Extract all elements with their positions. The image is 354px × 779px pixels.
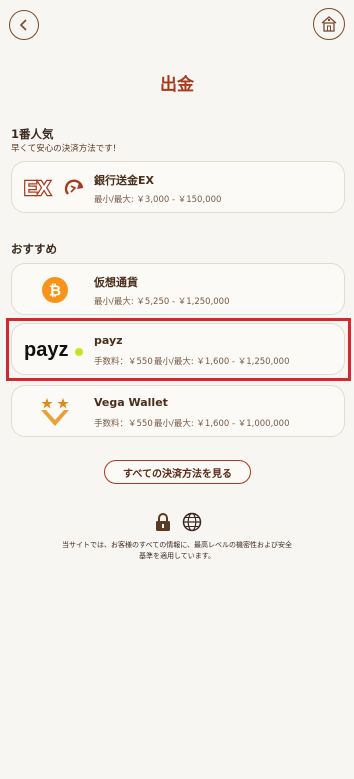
chevron-left-icon: [19, 19, 27, 31]
bitcoin-glyph: ₿: [49, 282, 61, 300]
top-bar: [0, 0, 354, 48]
popular-section-title: 1番人気: [11, 127, 54, 141]
back-button[interactable]: [9, 10, 39, 40]
home-button[interactable]: [313, 8, 345, 40]
payment-method-vega-wallet[interactable]: Vega Wallet 手数料：￥550 最小/最大: ￥1,600 - ￥1,…: [11, 385, 345, 437]
lock-icon: [156, 513, 170, 531]
ex-logo-text: EX: [24, 178, 51, 200]
security-notice-line1: 当サイトでは、お客様のすべての情報に、最高レベルの機密性および安全: [61, 541, 293, 549]
security-notice-line2: 基準を適用しています。: [138, 552, 216, 560]
selection-highlight: [6, 318, 351, 381]
bitcoin-icon: ₿: [20, 272, 90, 308]
recommended-section-title: おすすめ: [11, 242, 57, 256]
method-name: Vega Wallet: [94, 396, 168, 409]
method-limits: 最小/最大: ￥5,250 - ￥1,250,000: [94, 297, 230, 307]
popular-section-subtitle: 早くて安心の決済方法です!: [11, 144, 117, 154]
method-name: 銀行送金EX: [94, 174, 154, 187]
bank-transfer-ex-logo: EX: [20, 170, 90, 206]
globe-icon: [182, 512, 202, 532]
payment-method-bank-transfer-ex[interactable]: EX 銀行送金EX 最小/最大: ￥3,000 - ￥150,000: [11, 161, 345, 213]
house-icon: [321, 16, 337, 32]
method-limits: 最小/最大: ￥3,000 - ￥150,000: [94, 195, 222, 205]
page-title: 出金: [160, 75, 194, 95]
view-all-methods-button[interactable]: すべての決済方法を見る: [104, 460, 251, 484]
security-icons: [154, 512, 204, 532]
method-limits: 最小/最大: ￥1,600 - ￥1,000,000: [154, 419, 290, 429]
method-fee: 手数料：￥550: [94, 419, 153, 429]
vega-wallet-logo: [20, 394, 90, 430]
payment-method-crypto[interactable]: ₿ 仮想通貨 最小/最大: ￥5,250 - ￥1,250,000: [11, 263, 345, 315]
security-notice: 当サイトでは、お客様のすべての情報に、最高レベルの機密性および安全 基準を適用し…: [40, 540, 314, 562]
method-name: 仮想通貨: [94, 276, 138, 289]
